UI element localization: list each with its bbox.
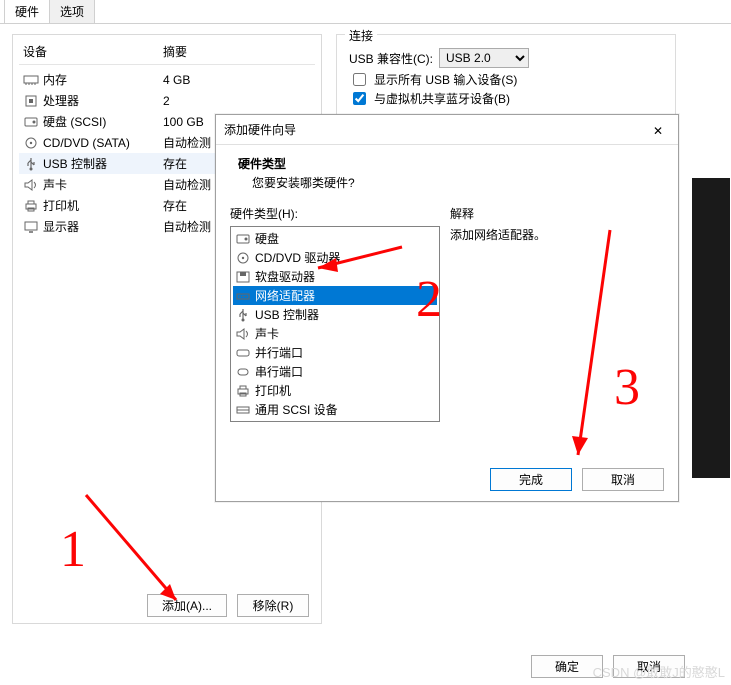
scsi-icon bbox=[235, 403, 251, 417]
sound-icon bbox=[23, 178, 39, 192]
device-name: USB 控制器 bbox=[43, 155, 163, 172]
hardware-type-item-network[interactable]: 网络适配器 bbox=[233, 286, 437, 305]
hardware-type-item-scsi[interactable]: 通用 SCSI 设备 bbox=[233, 400, 437, 419]
hardware-type-item-printer[interactable]: 打印机 bbox=[233, 381, 437, 400]
wizard-explain-label: 解释 bbox=[450, 205, 664, 222]
header-device: 设备 bbox=[23, 43, 163, 60]
hardware-type-label: 软盘驱动器 bbox=[255, 268, 315, 285]
cd-icon bbox=[23, 136, 39, 150]
hardware-type-label: 声卡 bbox=[255, 325, 279, 342]
show-all-usb-checkbox[interactable] bbox=[353, 73, 366, 86]
usb-icon bbox=[235, 308, 251, 322]
hardware-type-item-cd[interactable]: CD/DVD 驱动器 bbox=[233, 248, 437, 267]
watermark-text: CSDN @敢敢J的憨憨L bbox=[593, 662, 725, 681]
cpu-icon bbox=[23, 94, 39, 108]
hardware-type-item-disk[interactable]: 硬盘 bbox=[233, 229, 437, 248]
tab-hardware[interactable]: 硬件 bbox=[4, 0, 50, 23]
hardware-type-item-floppy[interactable]: 软盘驱动器 bbox=[233, 267, 437, 286]
close-icon: ✕ bbox=[653, 124, 663, 138]
remove-hardware-button[interactable]: 移除(R) bbox=[237, 594, 309, 617]
device-name: CD/DVD (SATA) bbox=[43, 136, 163, 150]
hardware-type-label: USB 控制器 bbox=[255, 306, 319, 323]
hardware-type-label: 串行端口 bbox=[255, 363, 303, 380]
wizard-finish-button[interactable]: 完成 bbox=[490, 468, 572, 491]
connection-group: 连接 USB 兼容性(C): USB 2.0 显示所有 USB 输入设备(S) … bbox=[336, 34, 676, 120]
floppy-icon bbox=[235, 270, 251, 284]
device-row-cpu[interactable]: 处理器2 bbox=[19, 90, 315, 111]
add-hardware-wizard: 添加硬件向导 ✕ 硬件类型 您要安装哪类硬件? 硬件类型(H): 硬盘 CD/DV… bbox=[215, 114, 679, 502]
usb-icon bbox=[23, 157, 39, 171]
device-name: 内存 bbox=[43, 71, 163, 88]
hardware-type-label: 通用 SCSI 设备 bbox=[255, 401, 338, 418]
wizard-header-subtitle: 您要安装哪类硬件? bbox=[238, 174, 656, 191]
wizard-close-button[interactable]: ✕ bbox=[646, 122, 670, 138]
hardware-type-label: 可信平台模块 bbox=[255, 420, 327, 422]
hardware-type-item-parallel[interactable]: 并行端口 bbox=[233, 343, 437, 362]
hardware-type-item-sound[interactable]: 声卡 bbox=[233, 324, 437, 343]
serial-icon bbox=[235, 365, 251, 379]
background-dark-strip bbox=[692, 178, 730, 478]
wizard-explain-text: 添加网络适配器。 bbox=[450, 226, 664, 243]
parallel-icon bbox=[235, 346, 251, 360]
device-summary: 2 bbox=[163, 94, 311, 108]
hardware-type-label: 并行端口 bbox=[255, 344, 303, 361]
device-name: 显示器 bbox=[43, 218, 163, 235]
show-all-usb-label: 显示所有 USB 输入设备(S) bbox=[374, 71, 517, 88]
device-name: 硬盘 (SCSI) bbox=[43, 113, 163, 130]
share-bluetooth-checkbox[interactable] bbox=[353, 92, 366, 105]
hardware-type-listbox[interactable]: 硬盘 CD/DVD 驱动器软盘驱动器网络适配器 USB 控制器声卡并行端口串行端口打… bbox=[230, 226, 440, 422]
printer-icon bbox=[235, 384, 251, 398]
hardware-type-label: 硬盘 bbox=[255, 230, 279, 247]
device-summary: 4 GB bbox=[163, 73, 311, 87]
device-name: 声卡 bbox=[43, 176, 163, 193]
device-name: 处理器 bbox=[43, 92, 163, 109]
memory-icon bbox=[23, 73, 39, 87]
network-icon bbox=[235, 289, 251, 303]
add-hardware-button[interactable]: 添加(A)... bbox=[147, 594, 227, 617]
device-headers: 设备 摘要 bbox=[19, 41, 315, 64]
tpm-icon bbox=[235, 422, 251, 423]
hardware-type-label: CD/DVD 驱动器 bbox=[255, 249, 340, 266]
share-bluetooth-label: 与虚拟机共享蓝牙设备(B) bbox=[374, 90, 510, 107]
disk-icon bbox=[23, 115, 39, 129]
display-icon bbox=[23, 220, 39, 234]
device-name: 打印机 bbox=[43, 197, 163, 214]
device-row-memory[interactable]: 内存4 GB bbox=[19, 69, 315, 90]
tabs-bar: 硬件 选项 bbox=[0, 0, 731, 24]
wizard-title: 添加硬件向导 bbox=[224, 121, 296, 138]
usb-compat-label: USB 兼容性(C): bbox=[349, 50, 433, 67]
wizard-list-label: 硬件类型(H): bbox=[230, 205, 440, 222]
sound-icon bbox=[235, 327, 251, 341]
wizard-cancel-button[interactable]: 取消 bbox=[582, 468, 664, 491]
hardware-type-label: 网络适配器 bbox=[255, 287, 315, 304]
hardware-type-item-tpm[interactable]: 可信平台模块 bbox=[233, 419, 437, 422]
hardware-type-item-usb[interactable]: USB 控制器 bbox=[233, 305, 437, 324]
header-summary: 摘要 bbox=[163, 43, 311, 60]
hardware-type-label: 打印机 bbox=[255, 382, 291, 399]
usb-compat-select[interactable]: USB 2.0 bbox=[439, 48, 529, 68]
hardware-type-item-serial[interactable]: 串行端口 bbox=[233, 362, 437, 381]
disk-icon bbox=[235, 232, 251, 246]
printer-icon bbox=[23, 199, 39, 213]
tab-options[interactable]: 选项 bbox=[49, 0, 95, 23]
connection-group-title: 连接 bbox=[345, 27, 377, 44]
cd-icon bbox=[235, 251, 251, 265]
wizard-header-title: 硬件类型 bbox=[238, 155, 656, 172]
